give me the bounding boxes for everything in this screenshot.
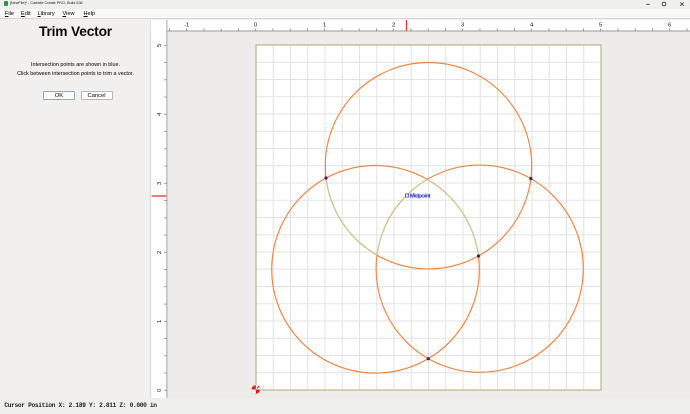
svg-text:Midpoint: Midpoint (410, 193, 431, 199)
svg-text:1: 1 (157, 319, 163, 322)
svg-text:1: 1 (323, 22, 326, 28)
svg-text:-1: -1 (184, 22, 189, 28)
svg-text:2: 2 (392, 22, 395, 28)
svg-text:2: 2 (157, 250, 163, 253)
